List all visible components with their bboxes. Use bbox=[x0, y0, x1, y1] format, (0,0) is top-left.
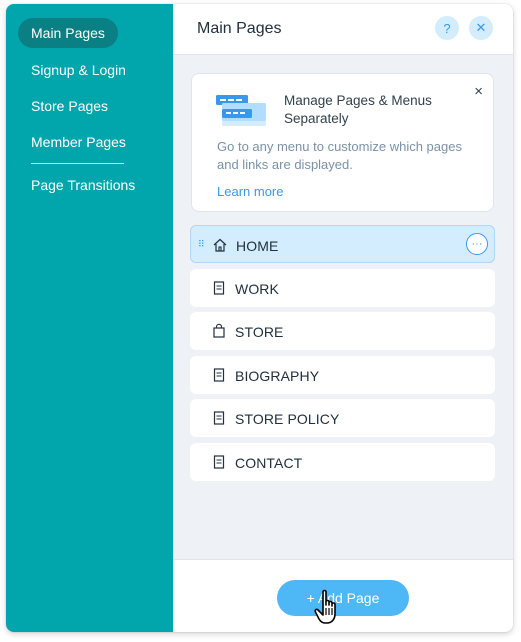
sidebar-item-label: Store Pages bbox=[31, 98, 109, 114]
menus-illustration-icon bbox=[216, 95, 266, 126]
sidebar-item-signup-login[interactable]: Signup & Login bbox=[18, 55, 139, 85]
sidebar-item-label: Page Transitions bbox=[31, 177, 136, 193]
hand-cursor-icon bbox=[314, 589, 336, 624]
sidebar-item-label: Signup & Login bbox=[31, 62, 126, 78]
sidebar: Main Pages Signup & Login Store Pages Me… bbox=[6, 4, 173, 632]
help-icon: ? bbox=[443, 20, 451, 36]
page-item-label: STORE bbox=[235, 324, 284, 340]
page-item-contact[interactable]: CONTACT bbox=[190, 443, 495, 481]
page-item-store-policy[interactable]: STORE POLICY bbox=[190, 399, 495, 437]
pages-panel: Main Pages Signup & Login Store Pages Me… bbox=[6, 4, 513, 632]
panel-header: Main Pages ? ✕ bbox=[173, 4, 513, 55]
page-item-label: WORK bbox=[235, 281, 279, 297]
page-item-label: STORE POLICY bbox=[235, 411, 340, 427]
sidebar-divider bbox=[31, 163, 124, 164]
page-item-label: BIOGRAPHY bbox=[235, 368, 320, 384]
home-icon bbox=[213, 238, 227, 252]
sidebar-item-store-pages[interactable]: Store Pages bbox=[18, 91, 121, 121]
sidebar-item-member-pages[interactable]: Member Pages bbox=[18, 127, 139, 157]
page-item-work[interactable]: WORK bbox=[190, 269, 495, 307]
close-icon[interactable]: × bbox=[474, 84, 483, 99]
page-item-label: CONTACT bbox=[235, 455, 303, 471]
ellipsis-icon: ··· bbox=[471, 237, 483, 250]
page-icon bbox=[213, 455, 225, 469]
page-item-label: HOME bbox=[236, 238, 279, 254]
drag-handle-icon[interactable]: ⠿ bbox=[198, 240, 205, 249]
info-body: Go to any menu to customize which pages … bbox=[217, 139, 462, 172]
close-icon: ✕ bbox=[475, 20, 487, 35]
sidebar-item-label: Main Pages bbox=[31, 25, 105, 41]
page-icon bbox=[213, 281, 225, 295]
page-item-home[interactable]: ⠿ HOME ··· bbox=[190, 225, 495, 263]
learn-more-link[interactable]: Learn more bbox=[217, 184, 283, 199]
page-item-biography[interactable]: BIOGRAPHY bbox=[190, 356, 495, 394]
sidebar-item-page-transitions[interactable]: Page Transitions bbox=[18, 170, 148, 200]
shopping-bag-icon bbox=[213, 323, 225, 338]
sidebar-item-main-pages[interactable]: Main Pages bbox=[18, 18, 118, 48]
more-actions-button[interactable]: ··· bbox=[466, 233, 488, 255]
info-heading: Manage Pages & Menus Separately bbox=[284, 93, 432, 126]
info-card: Manage Pages & Menus Separately × Go to … bbox=[191, 73, 494, 212]
page-item-store[interactable]: STORE bbox=[190, 312, 495, 350]
sidebar-item-label: Member Pages bbox=[31, 134, 126, 150]
panel-title: Main Pages bbox=[197, 20, 282, 37]
close-panel-button[interactable]: ✕ bbox=[469, 16, 493, 40]
help-button[interactable]: ? bbox=[435, 16, 459, 40]
page-icon bbox=[213, 411, 225, 425]
page-icon bbox=[213, 368, 225, 382]
